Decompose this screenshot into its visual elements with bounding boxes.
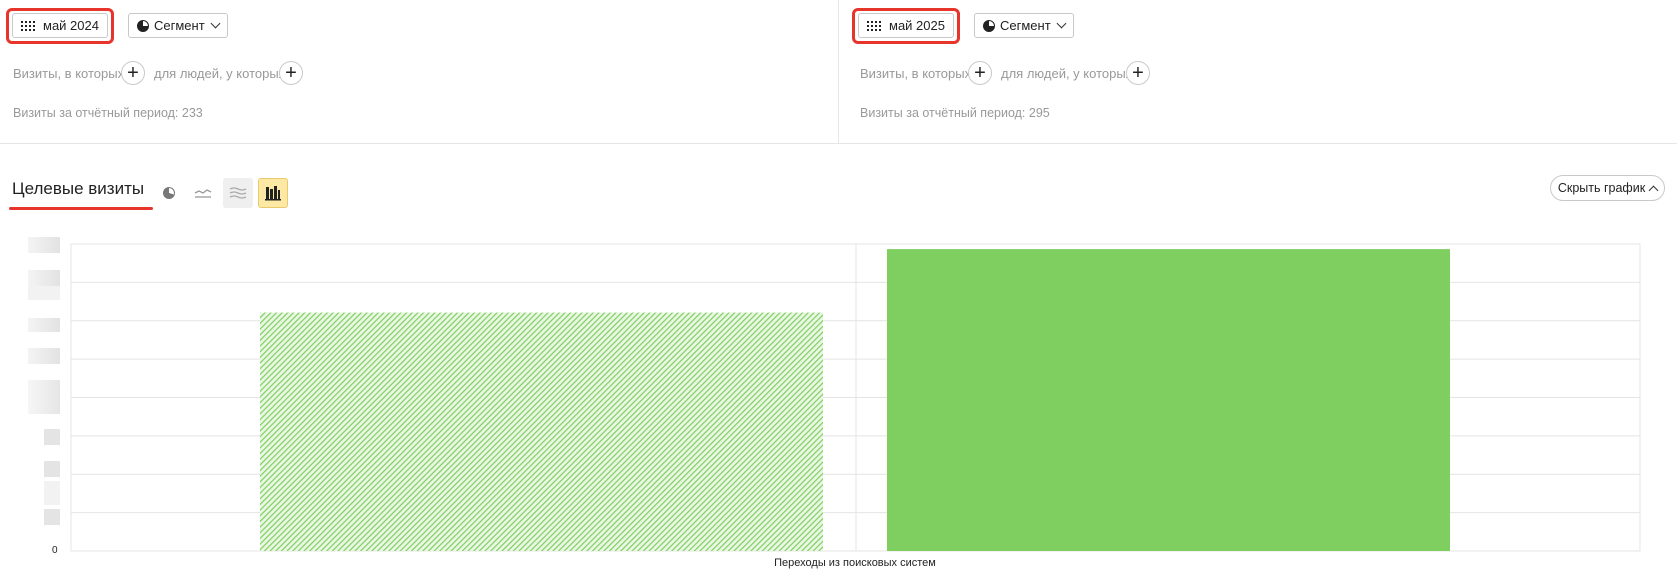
blurred-tick [44, 509, 60, 525]
calendar-icon [867, 20, 882, 31]
plot-frame [70, 243, 1641, 552]
date-label: май 2025 [889, 18, 945, 33]
right-period-panel: май 2025 Сегмент Визиты, в которых + для… [839, 0, 1677, 143]
segment-label: Сегмент [154, 18, 205, 33]
blurred-tick [28, 348, 60, 364]
calendar-icon [21, 20, 36, 31]
blurred-tick [44, 461, 60, 477]
blurred-tick [28, 286, 60, 300]
plus-icon: + [1132, 62, 1144, 84]
filter-people-label: для людей, у которых [1001, 66, 1133, 81]
add-visit-filter-button[interactable]: + [121, 61, 145, 85]
pie-chart-icon [137, 19, 149, 32]
blurred-tick [28, 270, 60, 286]
bar-current-period[interactable] [887, 249, 1450, 551]
x-category-label: Переходы из поисковых систем [774, 557, 936, 569]
chevron-down-icon [210, 18, 221, 29]
bar-previous-period[interactable] [260, 312, 823, 551]
pie-view-button[interactable] [154, 178, 184, 208]
chart-title: Целевые визиты [12, 179, 145, 198]
segment-button[interactable]: Сегмент [128, 13, 228, 38]
chevron-up-icon [1648, 185, 1659, 195]
blurred-tick [28, 237, 60, 253]
plus-icon: + [285, 62, 297, 84]
left-period-panel: май 2024 Сегмент Визиты, в которых + для… [0, 0, 838, 143]
add-visit-filter-button[interactable]: + [968, 61, 992, 85]
date-label: май 2024 [43, 18, 99, 33]
segment-label: Сегмент [1000, 18, 1051, 33]
bar-view-button[interactable] [258, 178, 288, 208]
blurred-tick [28, 380, 60, 414]
section-divider [0, 143, 1677, 144]
y-tick-label: 0 [52, 545, 58, 556]
plus-icon: + [127, 62, 139, 84]
plus-icon: + [974, 62, 986, 84]
filter-visits-label: Визиты, в которых [860, 66, 972, 81]
blurred-tick [44, 481, 60, 505]
visits-summary: Визиты за отчётный период: 233 [13, 106, 203, 120]
pie-chart-icon [163, 187, 175, 199]
blurred-tick [44, 429, 60, 445]
chevron-down-icon [1056, 18, 1067, 29]
add-people-filter-button[interactable]: + [1126, 61, 1150, 85]
filter-people-label: для людей, у которых [154, 66, 286, 81]
pie-chart-icon [983, 19, 995, 32]
hide-chart-button[interactable]: Скрыть график [1550, 175, 1665, 201]
area-view-button[interactable] [223, 178, 253, 208]
area-chart-icon [229, 187, 247, 199]
segment-button[interactable]: Сегмент [974, 13, 1074, 38]
bar-chart-icon [265, 186, 281, 201]
visits-summary: Визиты за отчётный период: 295 [860, 106, 1050, 120]
filter-visits-label: Визиты, в которых [13, 66, 125, 81]
line-chart-icon [194, 189, 212, 198]
date-picker-button[interactable]: май 2024 [12, 13, 108, 38]
date-picker-button[interactable]: май 2025 [858, 13, 954, 38]
add-people-filter-button[interactable]: + [279, 61, 303, 85]
line-view-button[interactable] [188, 178, 218, 208]
hide-chart-label: Скрыть график [1557, 181, 1646, 195]
title-underline [9, 207, 153, 210]
blurred-tick [28, 318, 60, 332]
